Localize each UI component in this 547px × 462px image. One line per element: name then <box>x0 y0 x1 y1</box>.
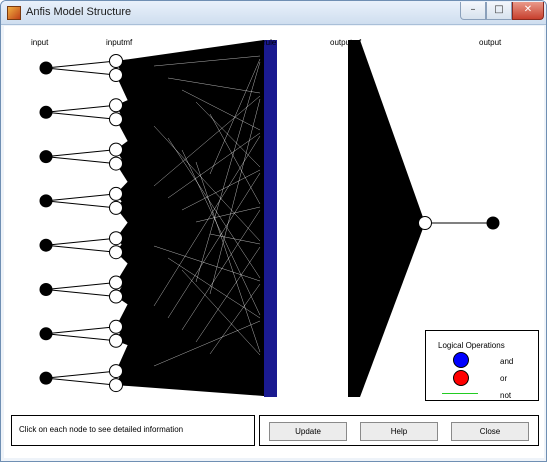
output-sum-node[interactable] <box>418 216 432 230</box>
output-node[interactable] <box>486 216 500 230</box>
inputmf-node-5-1[interactable] <box>109 231 123 246</box>
input-node-2[interactable] <box>39 105 53 119</box>
legend-not-label: not <box>500 391 512 400</box>
structure-canvas: input inputmf rule outputmf output Logic… <box>4 26 544 458</box>
status-panel: Click on each node to see detailed infor… <box>11 415 255 446</box>
outputmf-column-label: outputmf <box>330 38 362 47</box>
input-node-4[interactable] <box>39 194 53 208</box>
input-column-label: input <box>31 38 49 47</box>
or-dot-icon <box>453 370 469 386</box>
not-line-icon <box>442 393 478 394</box>
inputmf-node-5-2[interactable] <box>109 245 123 260</box>
inputmf-node-7-1[interactable] <box>109 319 123 334</box>
outputmf-layer[interactable] <box>348 40 360 397</box>
input-node-8[interactable] <box>39 371 53 385</box>
inputmf-node-8-2[interactable] <box>109 378 123 393</box>
legend-or-label: or <box>500 374 508 383</box>
status-text: Click on each node to see detailed infor… <box>19 425 184 434</box>
close-button[interactable]: Close <box>451 422 529 441</box>
inputmf-node-6-2[interactable] <box>109 289 123 304</box>
input-node-5[interactable] <box>39 238 53 252</box>
inputmf-node-1-2[interactable] <box>109 68 123 82</box>
rule-layer[interactable] <box>264 40 277 397</box>
input-node-6[interactable] <box>39 283 53 296</box>
minimize-button[interactable]: – <box>460 2 486 20</box>
maximize-button[interactable]: □ <box>486 2 512 20</box>
inputmf-node-1-1[interactable] <box>109 54 123 68</box>
input-node-1[interactable] <box>39 61 53 75</box>
window-title: Anfis Model Structure <box>26 6 132 18</box>
title-bar[interactable]: Anfis Model Structure – □ ✕ <box>1 1 546 25</box>
inputmf-to-rule-edges <box>116 40 264 396</box>
inputmf-node-3-1[interactable] <box>109 142 123 157</box>
input-node-7[interactable] <box>39 327 53 341</box>
anfis-window: Anfis Model Structure – □ ✕ input inputm… <box>0 0 547 462</box>
input-node-3[interactable] <box>39 150 53 164</box>
legend-title: Logical Operations <box>438 341 505 350</box>
logical-operations-legend: Logical Operations and or not <box>425 330 539 401</box>
outputmf-to-sum-edges <box>360 40 425 397</box>
and-dot-icon <box>453 352 469 368</box>
help-button[interactable]: Help <box>360 422 438 441</box>
inputmf-node-6-1[interactable] <box>109 275 123 290</box>
inputmf-column-label: inputmf <box>106 38 133 47</box>
inputmf-node-2-2[interactable] <box>109 112 123 127</box>
inputmf-node-4-1[interactable] <box>109 186 123 201</box>
update-button[interactable]: Update <box>269 422 347 441</box>
matlab-app-icon <box>7 6 21 20</box>
legend-and-label: and <box>500 357 514 366</box>
output-column-label: output <box>479 38 502 47</box>
inputmf-node-4-2[interactable] <box>109 200 123 215</box>
inputmf-node-8-1[interactable] <box>109 364 123 379</box>
inputmf-node-2-1[interactable] <box>109 98 123 113</box>
inputmf-node-7-2[interactable] <box>109 333 123 348</box>
rule-column-label: rule <box>263 38 277 47</box>
button-panel: Update Help Close <box>259 415 539 446</box>
inputmf-node-3-2[interactable] <box>109 156 123 171</box>
window-close-button[interactable]: ✕ <box>512 2 544 20</box>
